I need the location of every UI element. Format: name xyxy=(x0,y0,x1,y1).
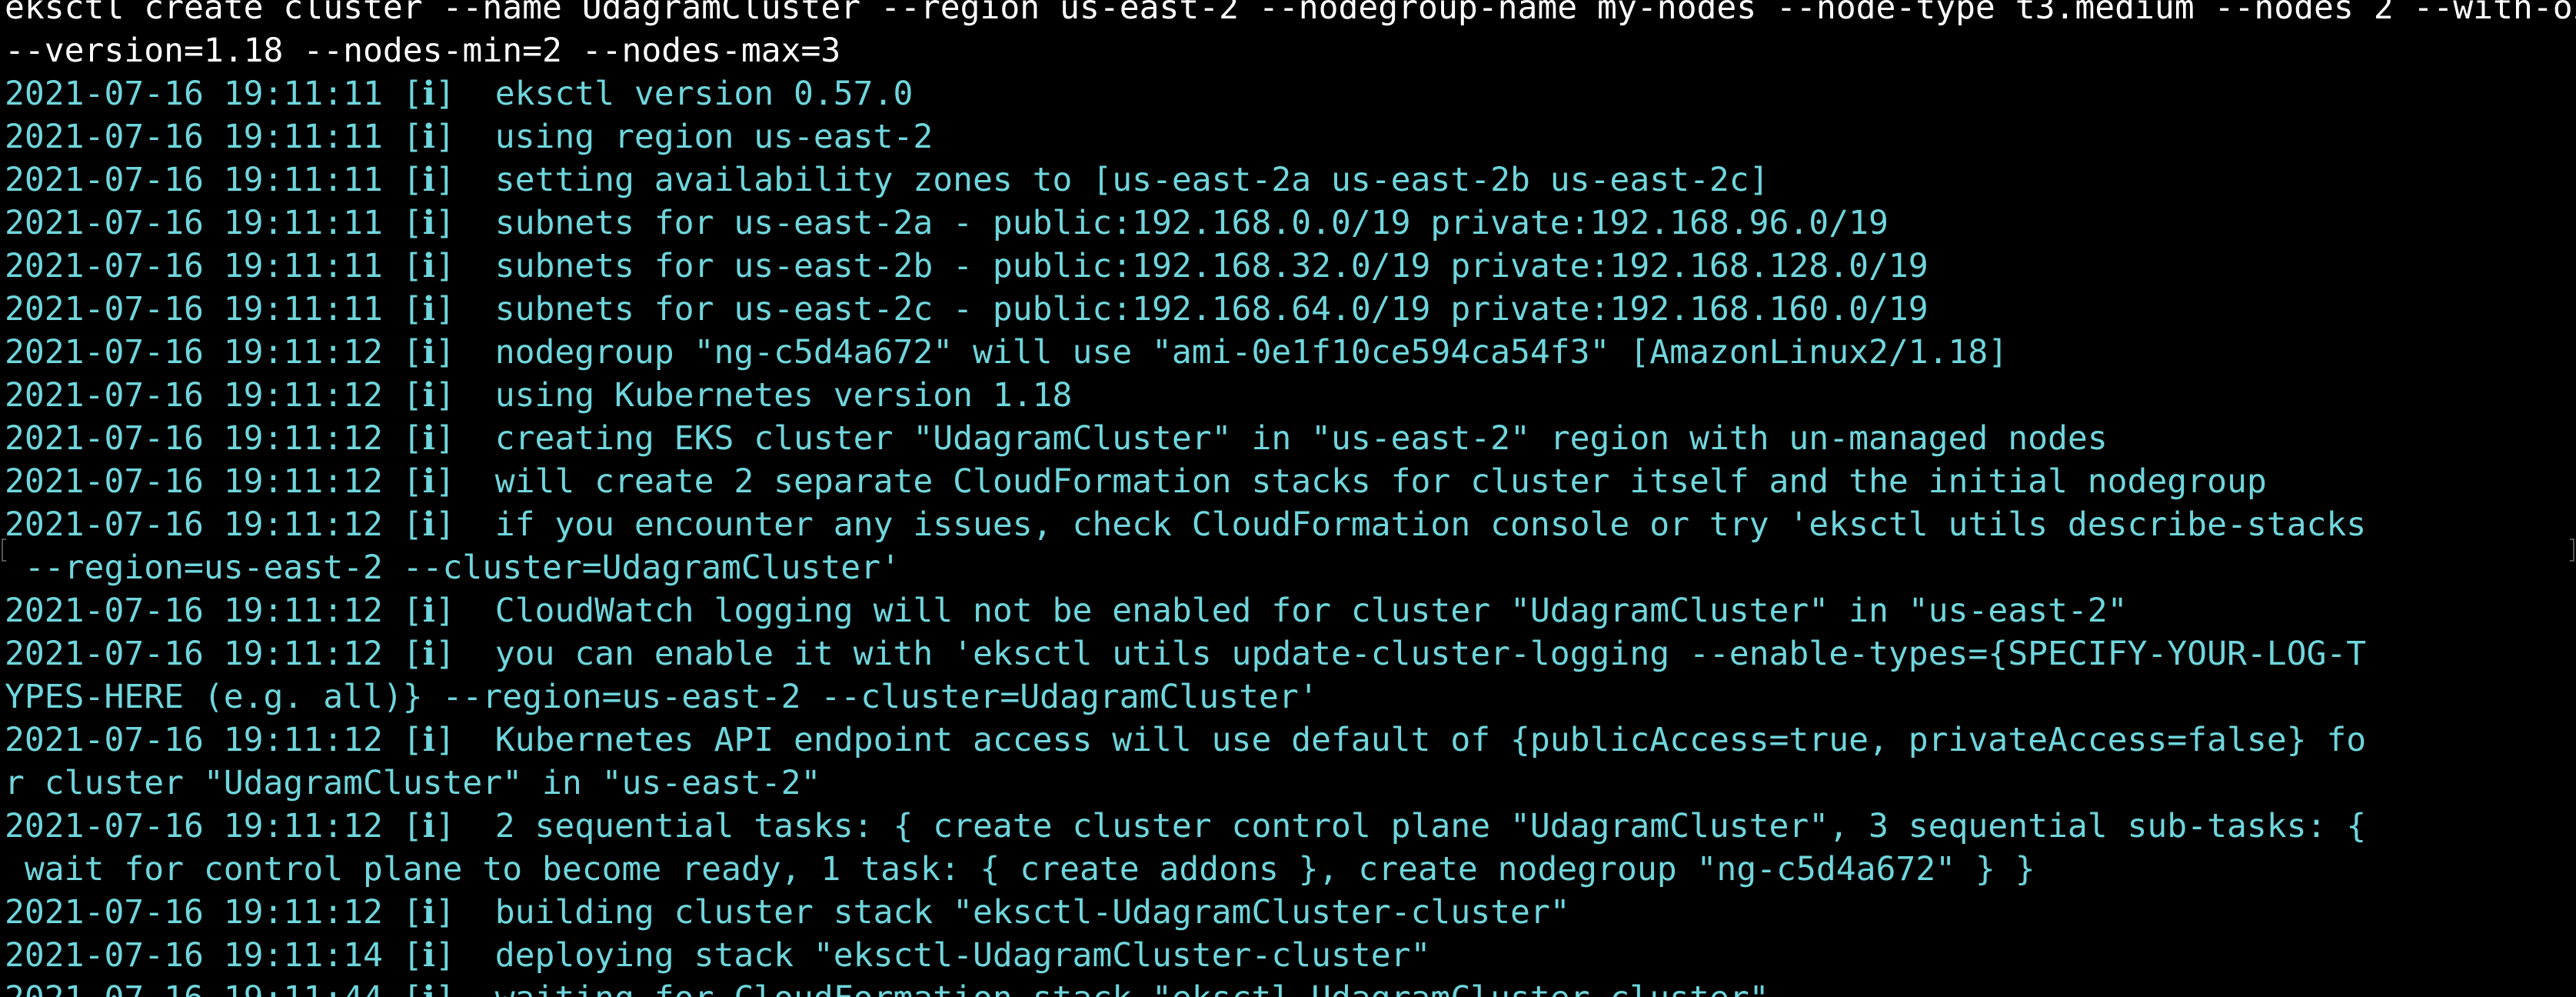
log-message: subnets for us-east-2c - public:192.168.… xyxy=(494,290,1929,328)
log-timestamp: 2021-07-16 19:11:11 xyxy=(5,247,383,285)
log-timestamp: 2021-07-16 19:11:11 xyxy=(5,118,383,156)
log-line-continuation: YPES-HERE (e.g. all)} --region=us-east-2… xyxy=(5,678,1319,716)
log-timestamp: 2021-07-16 19:11:12 xyxy=(5,376,383,415)
log-timestamp: 2021-07-16 19:11:11 xyxy=(5,290,383,328)
info-level-icon: [ℹ] xyxy=(402,204,455,242)
log-line: 2021-07-16 19:11:14 [ℹ] deploying stack … xyxy=(5,934,2576,977)
log-line: 2021-07-16 19:11:12 [ℹ] if you encounter… xyxy=(5,503,2576,546)
log-line: 2021-07-16 19:11:12 [ℹ] will create 2 se… xyxy=(5,460,2576,503)
info-level-icon: [ℹ] xyxy=(402,462,455,501)
log-line-continuation: --region=us-east-2 --cluster=UdagramClus… xyxy=(5,549,900,587)
log-message: subnets for us-east-2a - public:192.168.… xyxy=(494,204,1889,242)
log-message: you can enable it with 'eksctl utils upd… xyxy=(494,635,2367,673)
log-timestamp: 2021-07-16 19:11:14 xyxy=(5,936,383,975)
info-level-icon: [ℹ] xyxy=(402,290,455,328)
log-message: will create 2 separate CloudFormation st… xyxy=(494,462,2267,501)
log-timestamp: 2021-07-16 19:11:12 xyxy=(5,807,383,845)
log-timestamp: 2021-07-16 19:11:12 xyxy=(5,462,383,501)
info-level-icon: [ℹ] xyxy=(402,247,455,285)
log-line: 2021-07-16 19:11:11 [ℹ] subnets for us-e… xyxy=(5,288,2576,331)
log-line: 2021-07-16 19:11:12 [ℹ] CloudWatch loggi… xyxy=(5,589,2576,632)
terminal-output: eksctl create cluster --name UdagramClus… xyxy=(5,0,2576,997)
log-timestamp: 2021-07-16 19:11:12 xyxy=(5,635,383,673)
log-message: CloudWatch logging will not be enabled f… xyxy=(494,592,2128,630)
info-level-icon: [ℹ] xyxy=(402,592,455,630)
command-line-top: eksctl create cluster --name UdagramClus… xyxy=(5,0,2576,27)
log-message: building cluster stack "eksctl-UdagramCl… xyxy=(494,893,1570,932)
info-level-icon: [ℹ] xyxy=(402,118,455,156)
info-level-icon: [ℹ] xyxy=(402,721,455,759)
info-level-icon: [ℹ] xyxy=(402,419,455,458)
info-level-icon: [ℹ] xyxy=(402,161,455,199)
log-line: 2021-07-16 19:11:11 [ℹ] subnets for us-e… xyxy=(5,245,2576,288)
info-level-icon: [ℹ] xyxy=(402,936,455,975)
log-timestamp: 2021-07-16 19:11:12 xyxy=(5,505,383,544)
log-message: if you encounter any issues, check Cloud… xyxy=(494,505,2367,544)
log-message: setting availability zones to [us-east-2… xyxy=(494,161,1769,199)
log-line: 2021-07-16 19:11:12 [ℹ] nodegroup "ng-c5… xyxy=(5,331,2576,374)
log-line: 2021-07-16 19:11:12 [ℹ] you can enable i… xyxy=(5,632,2576,675)
log-message: using Kubernetes version 1.18 xyxy=(494,376,1073,415)
info-level-icon: [ℹ] xyxy=(402,333,455,372)
log-line: 2021-07-16 19:11:12 [ℹ] creating EKS clu… xyxy=(5,417,2576,460)
log-timestamp: 2021-07-16 19:11:11 xyxy=(5,75,383,113)
log-line: 2021-07-16 19:11:12 [ℹ] building cluster… xyxy=(5,891,2576,934)
log-line-continuation: wait for control plane to become ready, … xyxy=(5,850,2035,889)
log-message: deploying stack "eksctl-UdagramCluster-c… xyxy=(494,936,1431,975)
log-line: 2021-07-16 19:11:12 [ℹ] Kubernetes API e… xyxy=(5,719,2576,762)
log-timestamp: 2021-07-16 19:11:44 xyxy=(5,979,383,997)
log-timestamp: 2021-07-16 19:11:11 xyxy=(5,204,383,242)
log-line: 2021-07-16 19:11:12 [ℹ] 2 sequential tas… xyxy=(5,805,2576,848)
log-line-continuation: r cluster "UdagramCluster" in "us-east-2… xyxy=(5,764,821,802)
log-message: using region us-east-2 xyxy=(494,118,934,156)
log-line: 2021-07-16 19:11:11 [ℹ] subnets for us-e… xyxy=(5,202,2576,245)
log-timestamp: 2021-07-16 19:11:11 xyxy=(5,161,383,199)
log-timestamp: 2021-07-16 19:11:12 xyxy=(5,893,383,932)
wrap-marker-left xyxy=(2,539,6,562)
log-timestamp: 2021-07-16 19:11:12 xyxy=(5,721,383,759)
log-timestamp: 2021-07-16 19:11:12 xyxy=(5,592,383,630)
info-level-icon: [ℹ] xyxy=(402,635,455,673)
log-message: nodegroup "ng-c5d4a672" will use "ami-0e… xyxy=(494,333,2009,372)
terminal-window[interactable]: eksctl create cluster --name UdagramClus… xyxy=(0,0,2576,997)
log-timestamp: 2021-07-16 19:11:12 xyxy=(5,419,383,458)
log-message: creating EKS cluster "UdagramCluster" in… xyxy=(494,419,2108,458)
info-level-icon: [ℹ] xyxy=(402,807,455,845)
info-level-icon: [ℹ] xyxy=(403,979,455,997)
command-line: --version=1.18 --nodes-min=2 --nodes-max… xyxy=(5,32,841,70)
info-level-icon: [ℹ] xyxy=(402,505,455,544)
log-line: 2021-07-16 19:11:11 [ℹ] setting availabi… xyxy=(5,158,2576,202)
info-level-icon: [ℹ] xyxy=(402,893,455,932)
wrap-marker-right xyxy=(2570,539,2574,562)
log-line: 2021-07-16 19:11:11 [ℹ] using region us-… xyxy=(5,115,2576,158)
log-line: 2021-07-16 19:11:12 [ℹ] using Kubernetes… xyxy=(5,374,2576,417)
log-message: 2 sequential tasks: { create cluster con… xyxy=(494,807,2367,845)
log-message: waiting for CloudFormation stack "eksctl… xyxy=(495,979,1769,997)
info-level-icon: [ℹ] xyxy=(402,376,455,415)
info-level-icon: [ℹ] xyxy=(402,75,455,113)
log-message: eksctl version 0.57.0 xyxy=(494,75,914,113)
log-line: 2021-07-16 19:11:44 [ℹ] waiting for Clou… xyxy=(5,977,2576,997)
log-message: subnets for us-east-2b - public:192.168.… xyxy=(494,247,1929,285)
log-message: Kubernetes API endpoint access will use … xyxy=(494,721,2367,759)
log-line: 2021-07-16 19:11:11 [ℹ] eksctl version 0… xyxy=(5,72,2576,115)
log-timestamp: 2021-07-16 19:11:12 xyxy=(5,333,383,372)
